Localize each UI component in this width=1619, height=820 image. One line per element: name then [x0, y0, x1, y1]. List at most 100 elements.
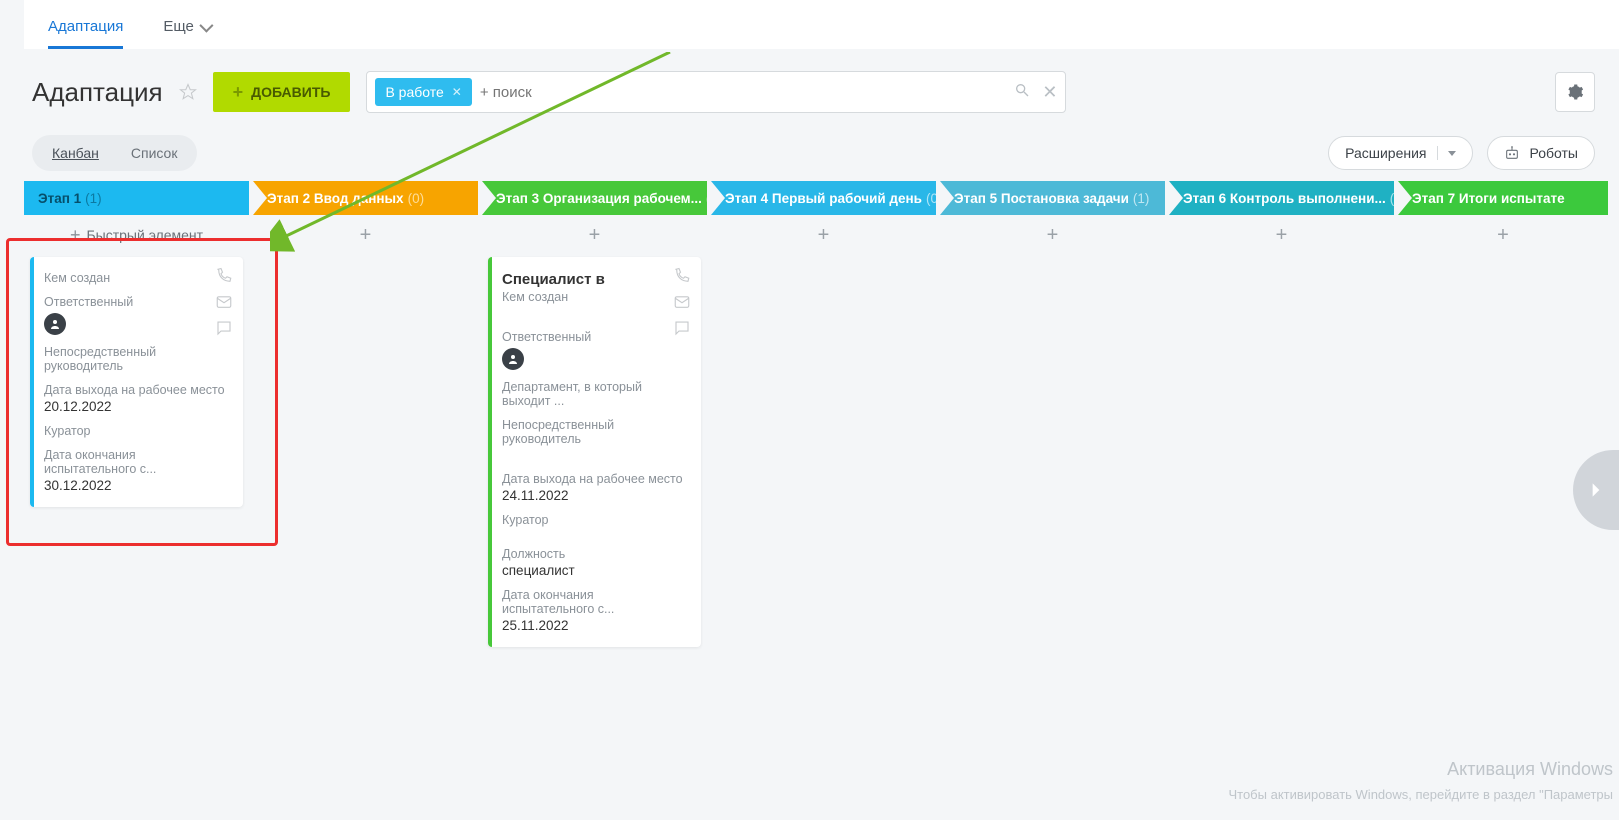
stage-header[interactable]: Этап 5 Постановка задачи (1) — [940, 181, 1165, 215]
kanban-board: Этап 1 (1) + Быстрый элемент Кем создан … — [24, 177, 1619, 657]
column-add[interactable]: + — [482, 215, 707, 255]
page-title: Адаптация — [32, 77, 163, 108]
column-add[interactable]: + — [253, 215, 478, 255]
stage-count: (0) — [926, 191, 936, 206]
card-created-by-label: Кем создан — [44, 271, 231, 285]
stage-label: Этап 4 Первый рабочий день — [725, 191, 922, 206]
card-position-value: специалист — [502, 563, 689, 578]
filter-chip[interactable]: В работе ✕ — [375, 78, 471, 106]
kanban-column: Этап 1 (1) + Быстрый элемент Кем создан … — [24, 181, 249, 657]
stage-header[interactable]: Этап 2 Ввод данных (0) — [253, 181, 478, 215]
stage-label: Этап 2 Ввод данных — [267, 191, 404, 206]
windows-activation-watermark: Активация Windows — [1447, 759, 1613, 780]
card-supervisor-label: Непосредственный руководитель — [502, 418, 689, 446]
kanban-column: Этап 3 Организация рабочем... (1) + Спец… — [482, 181, 707, 657]
windows-activation-watermark-sub: Чтобы активировать Windows, перейдите в … — [1228, 787, 1613, 802]
stage-count: (1) — [1133, 191, 1150, 206]
view-toggle: Канбан Список — [32, 135, 197, 171]
stage-label: Этап 1 — [38, 191, 81, 206]
card-start-value: 20.12.2022 — [44, 399, 231, 414]
card-created-by-label: Кем создан — [502, 290, 689, 304]
stage-label: Этап 5 Постановка задачи — [954, 191, 1129, 206]
stage-header[interactable]: Этап 3 Организация рабочем... (1) — [482, 181, 707, 215]
card-responsible-label: Ответственный — [502, 330, 689, 344]
column-add[interactable]: + — [1169, 215, 1394, 255]
robot-icon — [1504, 146, 1520, 160]
nav-tab-more-label: Еще — [163, 18, 194, 35]
robots-button[interactable]: Роботы — [1487, 136, 1595, 170]
search-icon[interactable] — [1014, 82, 1030, 103]
stage-count: (1) — [706, 191, 707, 206]
filter-chip-close-icon[interactable]: ✕ — [452, 85, 462, 99]
card-start-label: Дата выхода на рабочее место — [44, 383, 231, 397]
chevron-down-icon — [1448, 151, 1456, 156]
mail-icon[interactable] — [215, 293, 233, 311]
card-actions — [215, 267, 233, 337]
card-end-value: 30.12.2022 — [44, 478, 231, 493]
extensions-label: Расширения — [1345, 145, 1426, 161]
search-clear-icon[interactable]: ✕ — [1042, 82, 1057, 103]
card-start-label: Дата выхода на рабочее место — [502, 472, 689, 486]
extensions-button[interactable]: Расширения — [1328, 136, 1472, 170]
gear-icon — [1566, 83, 1584, 101]
search-bar[interactable]: В работе ✕ ✕ — [366, 71, 1066, 113]
settings-button[interactable] — [1555, 72, 1595, 112]
robots-label: Роботы — [1530, 145, 1578, 161]
chat-icon[interactable] — [215, 319, 233, 337]
chat-icon[interactable] — [673, 319, 691, 337]
card-curator-label: Куратор — [502, 513, 689, 527]
stage-header[interactable]: Этап 6 Контроль выполнени... (0) — [1169, 181, 1394, 215]
column-add[interactable]: + — [711, 215, 936, 255]
card-actions — [673, 267, 691, 337]
chevron-down-icon — [199, 18, 213, 32]
kanban-column: Этап 5 Постановка задачи (1) + — [940, 181, 1165, 657]
phone-icon[interactable] — [673, 267, 691, 285]
add-button[interactable]: + ДОБАВИТЬ — [213, 72, 351, 112]
stage-header[interactable]: Этап 4 Первый рабочий день (0) — [711, 181, 936, 215]
quick-add[interactable]: + Быстрый элемент — [24, 215, 249, 255]
stage-header[interactable]: Этап 7 Итоги испытате — [1398, 181, 1608, 215]
column-add[interactable]: + — [1398, 215, 1608, 255]
stage-count: (1) — [85, 191, 102, 206]
stage-label: Этап 3 Организация рабочем... — [496, 191, 702, 206]
quick-add-label: Быстрый элемент — [86, 227, 203, 243]
column-add[interactable]: + — [940, 215, 1165, 255]
plus-icon: + — [70, 225, 81, 246]
filter-chip-label: В работе — [385, 84, 443, 100]
add-button-label: ДОБАВИТЬ — [251, 84, 330, 100]
kanban-column: Этап 7 Итоги испытате + — [1398, 181, 1608, 657]
card-start-value: 24.11.2022 — [502, 488, 689, 503]
card-end-value: 25.11.2022 — [502, 618, 689, 633]
card-responsible-label: Ответственный — [44, 295, 231, 309]
kanban-column: Этап 4 Первый рабочий день (0) + — [711, 181, 936, 657]
kanban-card[interactable]: Специалист в Кем создан Ответственный Де… — [488, 257, 701, 647]
chevron-right-icon — [1586, 480, 1606, 500]
nav-tab-more[interactable]: Еще — [163, 8, 210, 49]
nav-tab-adaptation[interactable]: Адаптация — [48, 8, 123, 49]
view-kanban[interactable]: Канбан — [36, 139, 115, 167]
stage-count: (0) — [408, 191, 425, 206]
stage-label: Этап 6 Контроль выполнени... — [1183, 191, 1386, 206]
stage-header[interactable]: Этап 1 (1) — [24, 181, 249, 215]
card-position-label: Должность — [502, 547, 689, 561]
card-department-label: Департамент, в который выходит ... — [502, 380, 689, 408]
kanban-column: Этап 2 Ввод данных (0) + — [253, 181, 478, 657]
favorite-star-icon[interactable] — [179, 83, 197, 101]
stage-count: (0) — [1390, 191, 1394, 206]
search-input[interactable] — [472, 78, 1015, 107]
stage-label: Этап 7 Итоги испытате — [1412, 191, 1565, 206]
card-title: Специалист в — [502, 271, 689, 288]
phone-icon[interactable] — [215, 267, 233, 285]
card-end-label: Дата окончания испытательного с... — [44, 448, 231, 476]
card-curator-label: Куратор — [44, 424, 231, 438]
avatar-icon[interactable] — [502, 348, 524, 370]
kanban-card[interactable]: Кем создан Ответственный Непосредственны… — [30, 257, 243, 507]
view-row: Канбан Список Расширения Роботы — [24, 129, 1619, 177]
avatar-icon[interactable] — [44, 313, 66, 335]
page-header: Адаптация + ДОБАВИТЬ В работе ✕ ✕ — [24, 49, 1619, 129]
mail-icon[interactable] — [673, 293, 691, 311]
card-end-label: Дата окончания испытательного с... — [502, 588, 689, 616]
card-supervisor-label: Непосредственный руководитель — [44, 345, 231, 373]
top-nav: Адаптация Еще — [24, 0, 1619, 49]
view-list[interactable]: Список — [115, 139, 194, 167]
